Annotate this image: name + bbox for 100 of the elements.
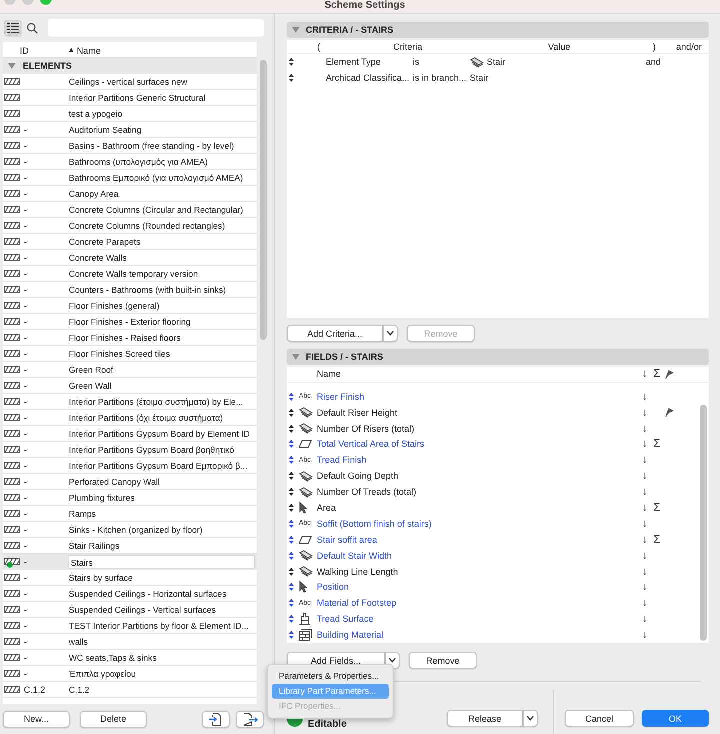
column-header[interactable]: Σ xyxy=(654,368,660,380)
list-row[interactable]: - Interior Partitions Gypsum Board by Element ID xyxy=(3,426,257,442)
list-row[interactable]: - Auditorium Seating xyxy=(3,122,257,138)
group-label[interactable]: ELEMENTS xyxy=(23,61,72,71)
list-row[interactable]: - Green Roof xyxy=(3,362,257,378)
list-row[interactable]: - Concrete Walls temporary version xyxy=(3,266,257,282)
field-name: Soffit (Bottom finish of stairs) xyxy=(317,518,432,529)
column-header[interactable]: ↓ xyxy=(642,368,648,380)
list-row[interactable]: - Green Wall xyxy=(3,378,257,394)
list-view-button[interactable] xyxy=(4,20,22,36)
list-row[interactable]: C.1.2 C.1.2 xyxy=(3,682,257,698)
list-row[interactable]: - Concrete Parapets xyxy=(3,234,257,250)
list-row[interactable]: - Concrete Walls xyxy=(3,250,257,266)
list-row[interactable]: - Floor Finishes (general) xyxy=(3,298,257,314)
list-row[interactable]: test a ypogeio xyxy=(3,106,257,122)
reorder-handle-icon[interactable] xyxy=(289,472,294,480)
list-row[interactable]: - Interior Partitions Gypsum Board Εμπορικό β... xyxy=(3,458,257,474)
name-cell-text: Concrete Parapets xyxy=(68,236,142,248)
list-row[interactable]: - Interior Partitions (έτοιμα συστήματα) by Ele... xyxy=(3,394,257,410)
reorder-handle-icon[interactable] xyxy=(289,568,294,576)
reorder-handle-icon[interactable] xyxy=(289,408,294,417)
name-cell-text: Basins - Bathroom (free standing - by level) xyxy=(68,140,236,152)
list-row[interactable]: Ceilings - vertical surfaces new xyxy=(3,74,257,90)
list-row[interactable]: - Interior Partitions (όχι έτοιμα συστήματα) xyxy=(3,410,257,426)
reorder-handle-icon[interactable] xyxy=(289,536,294,544)
reorder-handle-icon[interactable] xyxy=(289,583,294,592)
list-row[interactable]: - Concrete Columns (Circular and Rectangular) xyxy=(3,202,257,218)
reorder-handle-icon[interactable] xyxy=(289,615,294,624)
list-row[interactable]: - Concrete Columns (Rounded rectangles) xyxy=(3,218,257,234)
list-row[interactable]: - Ramps xyxy=(3,506,257,522)
reorder-handle-icon[interactable] xyxy=(289,392,294,401)
column-header[interactable]: and/or xyxy=(669,42,709,52)
export-button[interactable] xyxy=(236,710,264,728)
list-row[interactable]: - Basins - Bathroom (free standing - by level) xyxy=(3,138,257,154)
list-row[interactable]: - Counters - Bathrooms (with built-in sinks) xyxy=(3,282,257,298)
column-header[interactable]: Criteria xyxy=(336,42,480,52)
field-name: Number Of Risers (total) xyxy=(317,424,415,434)
list-row[interactable]: - Έπιπλα γραφείου xyxy=(3,666,257,682)
ok-button[interactable]: OK xyxy=(642,710,709,727)
list-row[interactable]: Interior Partitions Generic Structural xyxy=(3,90,257,106)
list-row[interactable]: - Suspended Ceilings - Vertical surfaces xyxy=(3,602,257,618)
reorder-handle-icon[interactable] xyxy=(289,58,294,66)
list-row[interactable]: - Perforated Canopy Wall xyxy=(3,474,257,490)
cursor-icon xyxy=(299,581,308,594)
reorder-handle-icon[interactable] xyxy=(289,456,294,464)
id-cell: - xyxy=(24,508,27,518)
column-header[interactable]: Name xyxy=(76,46,101,56)
dropdown-button[interactable] xyxy=(523,710,538,727)
column-header[interactable]: ) xyxy=(640,42,670,52)
id-cell: - xyxy=(24,588,27,598)
reorder-handle-icon[interactable] xyxy=(289,488,294,496)
id-cell: - xyxy=(24,524,27,534)
name-cell-text: Suspended Ceilings - Horizontal surfaces xyxy=(68,588,228,600)
add-criteria-button[interactable]: Add Criteria... xyxy=(287,325,383,342)
reorder-handle-icon[interactable] xyxy=(289,504,294,512)
list-row[interactable]: - Stairs by surface xyxy=(3,570,257,586)
cancel-button[interactable]: Cancel xyxy=(565,710,634,727)
import-button[interactable] xyxy=(202,710,230,728)
flag-icon[interactable] xyxy=(664,370,674,379)
column-header[interactable]: ( xyxy=(301,42,337,52)
release-button[interactable]: Release xyxy=(447,710,523,727)
list-row[interactable]: - Stairs xyxy=(3,554,257,570)
list-row[interactable]: - Bathrooms Εμπορικό (για υπολογισμό ΑΜΕΑ) xyxy=(3,170,257,186)
dropdown-button[interactable] xyxy=(383,325,398,342)
sort-arrow: ↓ xyxy=(642,613,648,626)
column-header[interactable]: Value xyxy=(479,42,640,52)
column-header[interactable]: Name xyxy=(317,369,342,380)
caret-icon xyxy=(389,658,396,663)
disclosure-triangle-icon[interactable] xyxy=(8,63,16,69)
id-cell: - xyxy=(24,348,27,358)
reorder-handle-icon[interactable] xyxy=(289,440,294,448)
list-row[interactable]: - Interior Partitions Gypsum Board βοηθητικό xyxy=(3,442,257,458)
list-row[interactable]: - Suspended Ceilings - Horizontal surfaces xyxy=(3,586,257,602)
list-row[interactable]: - Floor Finishes - Raised floors xyxy=(3,330,257,346)
list-row[interactable]: - Bathrooms (υπολογισμός για ΑΜΕΑ) xyxy=(3,154,257,170)
reorder-handle-icon[interactable] xyxy=(289,424,294,433)
column-header[interactable]: ID xyxy=(20,46,65,56)
id-cell: - xyxy=(24,428,27,438)
list-row[interactable]: - Floor Finishes Screed tiles xyxy=(3,346,257,362)
remove-button[interactable]: Remove xyxy=(409,652,477,669)
search-icon[interactable] xyxy=(27,22,38,34)
scrollbar[interactable] xyxy=(700,405,707,641)
reorder-handle-icon[interactable] xyxy=(289,631,294,640)
list-row[interactable]: - Plumbing fixtures xyxy=(3,490,257,506)
sort-arrow: ↓ xyxy=(642,629,648,642)
list-row[interactable]: - Floor Finishes - Exterior flooring xyxy=(3,314,257,330)
list-row[interactable]: - Canopy Area xyxy=(3,186,257,202)
reorder-handle-icon[interactable] xyxy=(289,552,294,560)
scrollbar[interactable] xyxy=(260,60,266,340)
menu-item[interactable]: Parameters & Properties... xyxy=(272,669,389,684)
list-row[interactable]: - WC seats,Taps & sinks xyxy=(3,650,257,666)
reorder-handle-icon[interactable] xyxy=(289,599,294,608)
reorder-handle-icon[interactable] xyxy=(289,520,294,528)
list-row[interactable]: - walls xyxy=(3,634,257,650)
new-button[interactable]: New... xyxy=(3,710,70,728)
list-row[interactable]: - TEST Interior Partitions by floor & Element ID... xyxy=(3,618,257,634)
list-row[interactable]: - Sinks - Kitchen (organized by floor) xyxy=(3,522,257,538)
reorder-handle-icon[interactable] xyxy=(289,74,294,82)
sort-arrow: ↓ xyxy=(642,486,648,498)
delete-button[interactable]: Delete xyxy=(80,710,147,728)
